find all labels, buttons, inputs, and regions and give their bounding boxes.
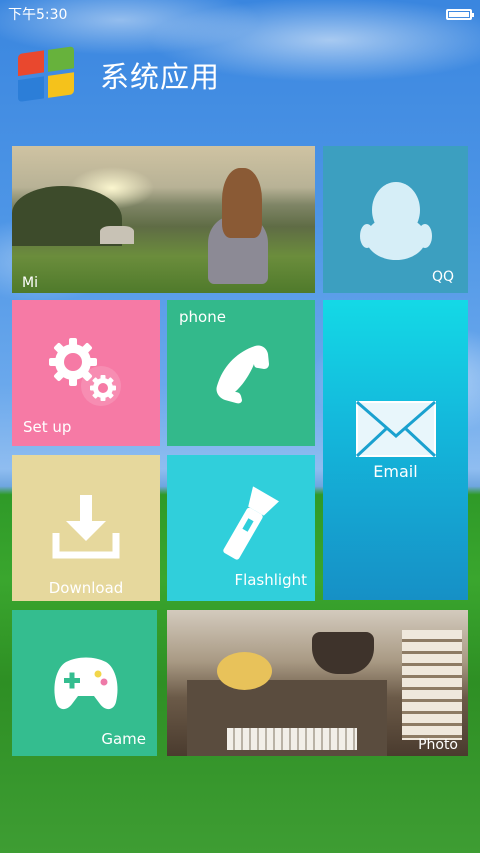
flashlight-icon xyxy=(223,486,279,560)
qq-penguin-icon xyxy=(360,182,432,260)
photo-book-stack xyxy=(402,630,462,740)
photo-flowers xyxy=(217,652,272,690)
tile-phone-label: phone xyxy=(179,308,226,326)
tile-photo-label: Photo xyxy=(418,737,458,753)
status-bar: 下午5:30 xyxy=(0,0,480,28)
tile-game[interactable]: Game xyxy=(12,610,157,756)
photo-book-row xyxy=(227,728,357,750)
tile-phone[interactable]: phone xyxy=(167,300,315,446)
status-time: 下午5:30 xyxy=(8,7,68,23)
gear-icon xyxy=(49,338,121,406)
envelope-icon xyxy=(355,400,437,458)
tile-email-label: Email xyxy=(373,462,418,481)
phone-handset-icon xyxy=(216,345,269,404)
photo-pot xyxy=(312,632,374,674)
photo-person-hair xyxy=(222,168,262,238)
tile-flashlight[interactable]: Flashlight xyxy=(167,455,315,601)
tile-game-label: Game xyxy=(101,730,146,748)
windows-logo-icon xyxy=(18,46,76,104)
gamepad-icon xyxy=(54,657,118,710)
battery-icon xyxy=(446,8,474,20)
tile-setup-label: Set up xyxy=(23,418,72,436)
tile-email[interactable]: Email xyxy=(323,300,468,600)
tile-download-label: Download xyxy=(48,579,124,597)
page-title: 系统应用 xyxy=(100,60,221,94)
photo-house xyxy=(100,226,134,244)
header: 系统应用 xyxy=(18,46,221,103)
tile-mi-label: Mi xyxy=(22,275,38,291)
tile-download[interactable]: Download xyxy=(12,455,160,601)
tile-photo[interactable]: Photo xyxy=(167,610,468,756)
tile-setup[interactable]: Set up xyxy=(12,300,160,446)
tile-mi[interactable]: Mi xyxy=(12,146,315,293)
tile-flashlight-label: Flashlight xyxy=(234,571,307,589)
download-tray-icon xyxy=(52,495,120,559)
tile-qq-label: QQ xyxy=(431,269,454,285)
tile-qq[interactable]: QQ xyxy=(323,146,468,293)
